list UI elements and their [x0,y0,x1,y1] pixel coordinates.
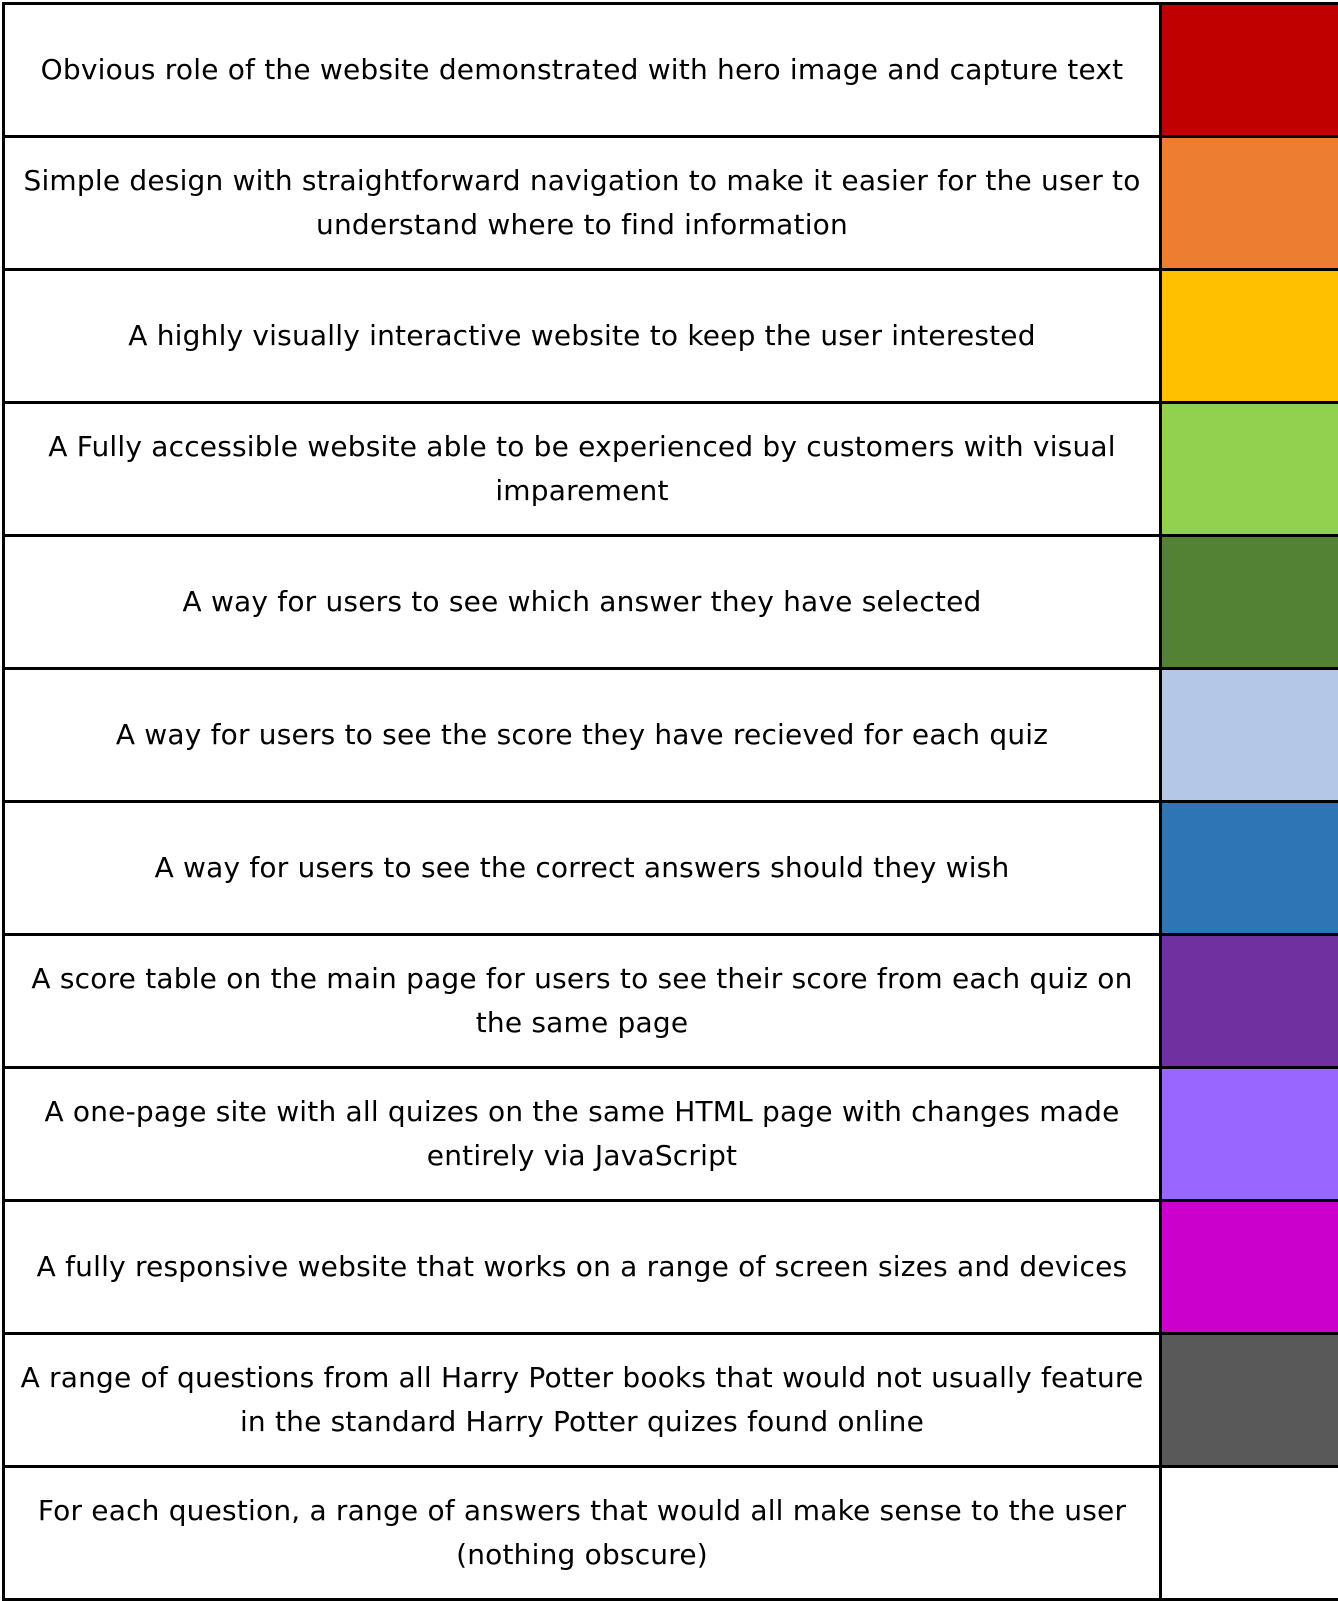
legend-row: A way for users to see which answer they… [4,536,1338,669]
legend-row-label: A way for users to see the score they ha… [4,669,1161,802]
legend-row-label: A highly visually interactive website to… [4,270,1161,403]
legend-colour-swatch [1161,403,1338,536]
legend-row-label: A score table on the main page for users… [4,935,1161,1068]
legend-row: Simple design with straightforward navig… [4,137,1338,270]
legend-colour-swatch [1161,669,1338,802]
legend-colour-swatch [1161,1467,1338,1600]
legend-row-label: A range of questions from all Harry Pott… [4,1334,1161,1467]
legend-colour-swatch [1161,935,1338,1068]
legend-row-label: Obvious role of the website demonstrated… [4,4,1161,137]
legend-colour-swatch [1161,4,1338,137]
colour-legend-table: Obvious role of the website demonstrated… [2,2,1338,1601]
legend-row: A way for users to see the score they ha… [4,669,1338,802]
legend-row-label: Simple design with straightforward navig… [4,137,1161,270]
legend-colour-swatch [1161,270,1338,403]
legend-colour-swatch [1161,1334,1338,1467]
legend-colour-swatch [1161,1068,1338,1201]
legend-row-label: A fully responsive website that works on… [4,1201,1161,1334]
legend-row: For each question, a range of answers th… [4,1467,1338,1600]
legend-row: A way for users to see the correct answe… [4,802,1338,935]
legend-colour-swatch [1161,802,1338,935]
legend-colour-swatch [1161,1201,1338,1334]
legend-row: A one-page site with all quizes on the s… [4,1068,1338,1201]
legend-row: A Fully accessible website able to be ex… [4,403,1338,536]
legend-colour-swatch [1161,137,1338,270]
legend-row: A fully responsive website that works on… [4,1201,1338,1334]
legend-row: A highly visually interactive website to… [4,270,1338,403]
legend-row-label: A one-page site with all quizes on the s… [4,1068,1161,1201]
legend-colour-swatch [1161,536,1338,669]
legend-row: A range of questions from all Harry Pott… [4,1334,1338,1467]
legend-row-label: A way for users to see which answer they… [4,536,1161,669]
legend-row: Obvious role of the website demonstrated… [4,4,1338,137]
legend-row-label: For each question, a range of answers th… [4,1467,1161,1600]
legend-row-label: A way for users to see the correct answe… [4,802,1161,935]
legend-row: A score table on the main page for users… [4,935,1338,1068]
legend-row-label: A Fully accessible website able to be ex… [4,403,1161,536]
